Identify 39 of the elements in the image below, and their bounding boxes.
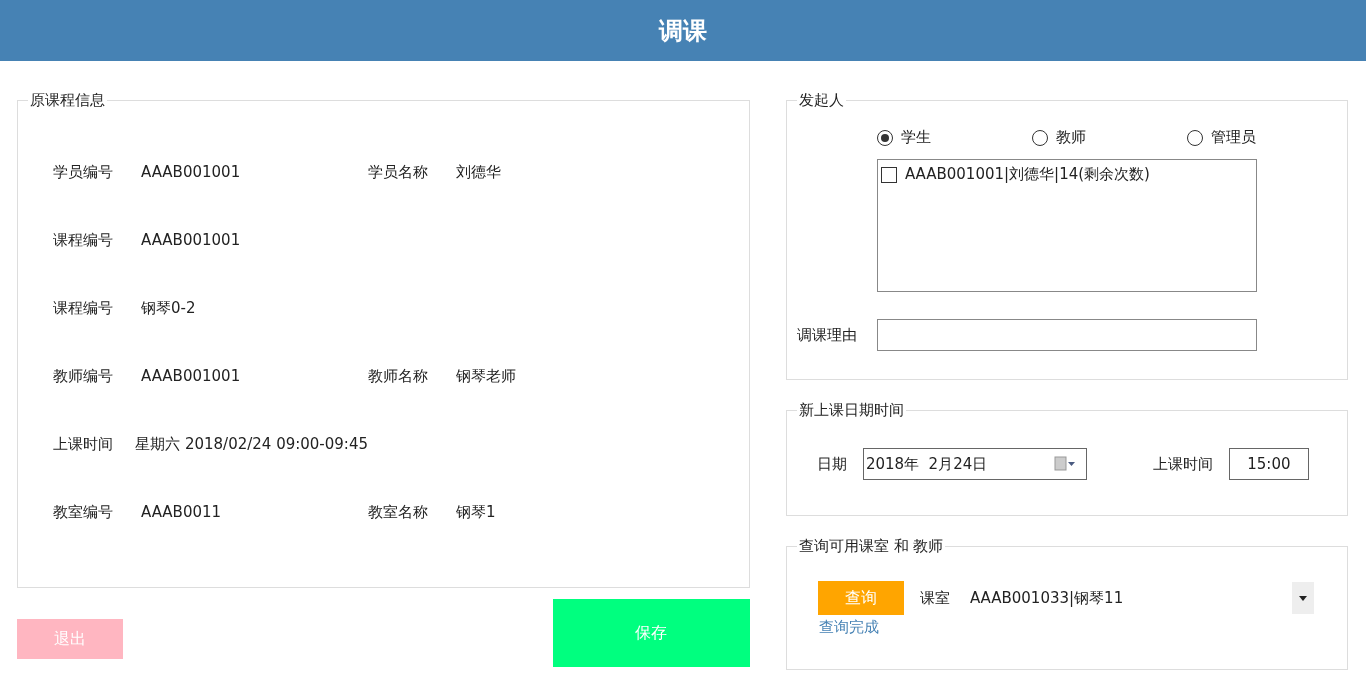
checkbox[interactable] [880,166,897,183]
field-label: 学员编号 [53,162,114,182]
field-label: 教师名称 [368,366,429,386]
field-label: 教师编号 [53,366,114,386]
field-value: 钢琴1 [456,502,496,522]
field-value: 钢琴0-2 [141,298,196,318]
time-field[interactable]: 15:00 [1228,448,1309,480]
field-label: 课程编号 [53,230,114,250]
field-label: 教室名称 [368,502,429,522]
field-label: 上课时间 [1152,454,1213,474]
field-label: 上课时间 [53,434,114,454]
radio-label: 教师 [1055,128,1086,147]
field-value: 钢琴老师 [456,366,516,386]
panel-title: 查询可用课室 和 教师 [797,537,945,556]
reason-input-field[interactable] [876,319,1257,351]
field-value: 刘德华 [456,162,501,182]
field-value: AAAB0011 [141,503,222,521]
room-select[interactable]: AAAB001033|钢琴11 [969,588,1292,608]
calendar-dropdown-icon[interactable] [1053,456,1076,472]
field-value: 星期六 2018/02/24 09:00-09:45 [135,434,368,454]
dropdown-caret-icon[interactable] [1292,582,1314,614]
date-picker[interactable]: 2018年 2月24日 [862,448,1087,480]
field-value: AAAB001001 [141,163,241,181]
field-label: 日期 [816,454,847,474]
field-value: AAAB001001 [141,231,241,249]
field-label: 教室编号 [53,502,114,522]
panel-title: 发起人 [797,91,845,110]
field-label: 学员名称 [368,162,429,182]
window-title: 调课 [659,15,707,47]
field-label: 课程编号 [53,298,114,318]
field-value: AAAB001001 [141,367,241,385]
radio-label: 学生 [900,128,931,147]
panel-title: 原课程信息 [29,91,106,110]
list-item-label: AAAB001001|刘德华|14(剩余次数) [904,165,1150,184]
panel-title: 新上课日期时间 [797,401,905,420]
radio-label: 管理员 [1210,128,1256,147]
field-label: 课室 [919,588,950,608]
field-label: 调课理由 [796,325,858,345]
status-text: 查询完成 [818,618,879,637]
